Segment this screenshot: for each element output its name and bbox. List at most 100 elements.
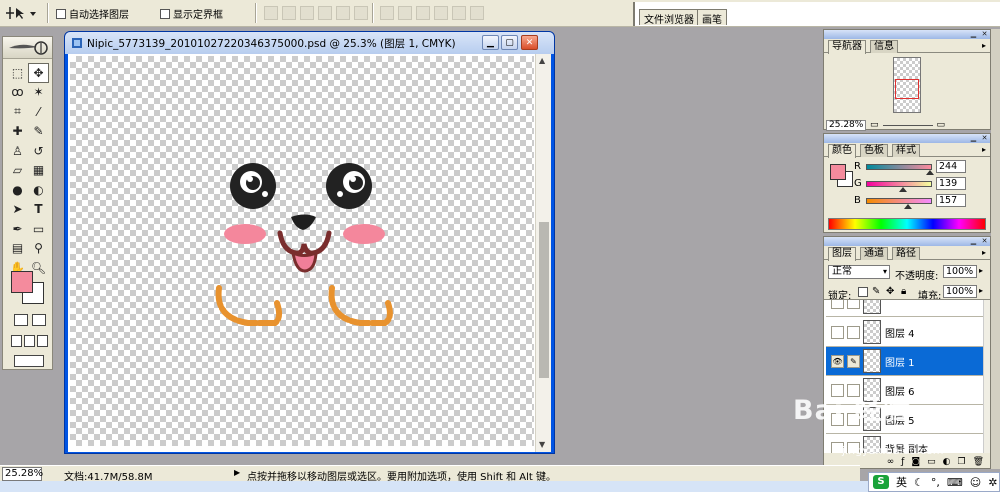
navigator-zoom-field[interactable]: 25.28%	[826, 119, 866, 131]
navigator-thumbnail[interactable]	[893, 57, 921, 113]
panel-close-icon[interactable]: ✕	[980, 30, 989, 38]
channel-value-field[interactable]: 244	[936, 160, 966, 173]
panel-minimize-icon[interactable]: ▁	[969, 237, 978, 245]
shape-tool-icon[interactable]: ▭	[28, 219, 49, 239]
quick-mask-mode-icon[interactable]	[32, 314, 46, 326]
layer-style-icon[interactable]: ƒ	[901, 457, 904, 467]
layers-scrollbar[interactable]	[983, 300, 990, 453]
screen-mode-full-icon[interactable]	[37, 335, 48, 347]
pen-tool-icon[interactable]: ✒	[7, 219, 28, 239]
scroll-up-icon[interactable]: ▲	[539, 56, 545, 65]
align-bottom-icon[interactable]	[300, 6, 314, 20]
canvas-area[interactable]: ▲ ▼	[68, 54, 551, 452]
checkbox-box[interactable]	[160, 8, 170, 19]
slider-handle-icon[interactable]	[903, 203, 912, 209]
tab-navigator[interactable]: 导航器	[828, 40, 866, 54]
delete-layer-icon[interactable]: 🗑︎	[973, 457, 984, 467]
crop-tool-icon[interactable]: ⌗	[7, 102, 28, 122]
tab-channels[interactable]: 通道	[860, 247, 888, 260]
ime-keyboard-icon[interactable]: ⌨	[947, 476, 963, 489]
eraser-tool-icon[interactable]: ▱	[7, 161, 28, 181]
foreground-color-swatch[interactable]	[11, 271, 33, 293]
show-bounding-box-checkbox[interactable]: 显示定界框	[160, 6, 223, 21]
tab-styles[interactable]: 样式	[892, 144, 920, 157]
minimize-button[interactable]: ▁	[482, 35, 499, 50]
magic-wand-tool-icon[interactable]: ✶	[28, 83, 49, 103]
distribute-hcenter-icon[interactable]	[452, 6, 466, 20]
document-title-bar[interactable]: Nipic_5773139_20101027220346375000.psd @…	[65, 32, 554, 54]
layer-row-partial[interactable]	[826, 300, 984, 317]
tab-swatches[interactable]: 色板	[860, 144, 888, 157]
new-group-icon[interactable]: ▭	[927, 457, 936, 467]
align-hcenter-icon[interactable]	[336, 6, 350, 20]
layer-mask-icon[interactable]: ◙	[911, 457, 920, 467]
move-tool-preset-icon[interactable]	[4, 4, 40, 22]
channel-slider[interactable]	[866, 197, 932, 209]
visibility-toggle[interactable]	[831, 300, 844, 309]
color-panel-foreground-swatch[interactable]	[830, 164, 846, 180]
sogou-ime-icon[interactable]: S	[873, 475, 889, 489]
history-brush-tool-icon[interactable]: ↺	[28, 141, 49, 161]
panel-minimize-icon[interactable]: ▁	[969, 134, 978, 142]
standard-mode-icon[interactable]	[14, 314, 28, 326]
tab-layers[interactable]: 图层	[828, 247, 856, 261]
screen-mode-full-menu-icon[interactable]	[24, 335, 35, 347]
transparent-canvas[interactable]	[70, 56, 534, 446]
layer-row[interactable]: 图层 4	[826, 318, 984, 347]
lock-transparency-icon[interactable]	[858, 287, 868, 297]
navigator-view-box[interactable]	[895, 79, 919, 99]
notes-tool-icon[interactable]: ▤	[7, 239, 28, 259]
gradient-tool-icon[interactable]: ▦	[28, 161, 49, 181]
link-layers-icon[interactable]: ∞	[887, 457, 895, 467]
brush-icon[interactable]: ✎	[847, 354, 860, 368]
ime-settings-icon[interactable]: ✲	[988, 476, 997, 489]
tab-brushes[interactable]: 画笔	[697, 9, 727, 26]
eye-icon[interactable]: 👁︎	[831, 354, 844, 368]
ime-language[interactable]: 英	[896, 474, 907, 490]
align-vcenter-icon[interactable]	[282, 6, 296, 20]
slice-tool-icon[interactable]: ⁄	[28, 102, 49, 122]
visibility-toggle[interactable]	[831, 325, 844, 339]
panel-menu-icon[interactable]: ▸	[982, 41, 986, 50]
channel-slider[interactable]	[866, 180, 932, 192]
move-tool-icon[interactable]: ✥	[28, 63, 49, 83]
photoshop-feather-logo-icon[interactable]	[7, 40, 49, 56]
scroll-down-icon[interactable]: ▼	[539, 440, 545, 449]
checkbox-box[interactable]	[56, 8, 66, 19]
vertical-scrollbar[interactable]: ▲ ▼	[535, 54, 551, 452]
slider-handle-icon[interactable]	[898, 186, 907, 192]
close-button[interactable]: ✕	[521, 35, 538, 50]
adjustment-layer-icon[interactable]: ◐	[943, 457, 951, 467]
slider-handle-icon[interactable]	[926, 169, 935, 175]
status-zoom-field[interactable]: 25.28%	[2, 467, 43, 481]
channel-value-field[interactable]: 139	[936, 177, 966, 190]
panel-titlebar[interactable]: ▁ ✕	[824, 237, 990, 246]
panel-titlebar[interactable]: ▁ ✕	[824, 134, 990, 143]
lock-paint-icon[interactable]: ✎	[872, 286, 880, 297]
ime-moon-icon[interactable]: ☾	[914, 476, 924, 489]
dodge-tool-icon[interactable]: ◐	[28, 180, 49, 200]
opacity-arrow-icon[interactable]: ▸	[979, 266, 983, 275]
channel-slider[interactable]	[866, 163, 935, 175]
status-arrow-icon[interactable]: ▶	[234, 468, 240, 477]
fill-field[interactable]: 100%	[943, 285, 977, 298]
layer-row-selected[interactable]: 👁︎ ✎ 图层 1	[826, 347, 984, 376]
blur-tool-icon[interactable]: ●	[7, 180, 28, 200]
maximize-button[interactable]: ▢	[501, 35, 518, 50]
align-top-icon[interactable]	[264, 6, 278, 20]
lasso-tool-icon[interactable]: ꝏ	[7, 83, 28, 103]
tab-info[interactable]: 信息	[870, 40, 898, 53]
auto-select-layer-checkbox[interactable]: 自动选择图层	[56, 6, 129, 21]
brush-tool-icon[interactable]: ✎	[28, 122, 49, 142]
tab-color[interactable]: 颜色	[828, 144, 856, 158]
distribute-right-icon[interactable]	[470, 6, 484, 20]
align-right-icon[interactable]	[354, 6, 368, 20]
navigator-zoom-slider[interactable]	[882, 124, 933, 126]
lock-all-icon[interactable]: 🔒︎	[901, 286, 906, 297]
zoom-in-icon[interactable]: ▭	[937, 120, 946, 130]
type-tool-icon[interactable]: T	[28, 200, 49, 220]
marquee-tool-icon[interactable]: ⬚	[7, 63, 28, 83]
distribute-bottom-icon[interactable]	[416, 6, 430, 20]
distribute-top-icon[interactable]	[380, 6, 394, 20]
ime-punct-icon[interactable]: °,	[931, 476, 940, 489]
